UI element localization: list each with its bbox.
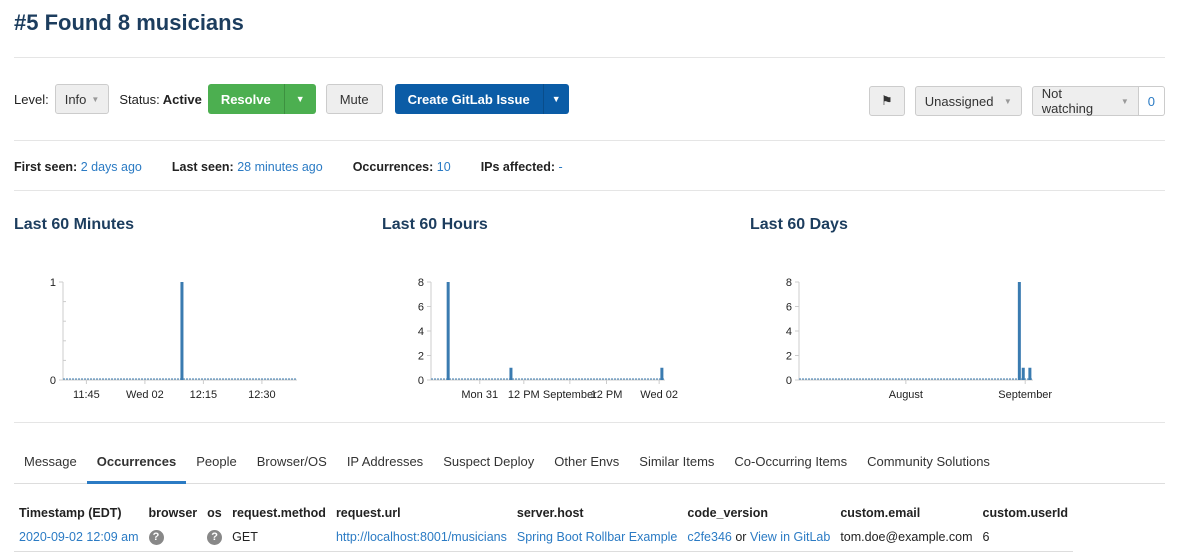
x-tick-label: Wed 02: [640, 389, 678, 401]
y-tick-label: 0: [418, 375, 424, 387]
column-header[interactable]: os: [202, 504, 227, 523]
bar: [509, 367, 513, 380]
x-tick-label: Mon 31: [461, 389, 498, 401]
code-version-cell: c2fe346 or View in GitLab: [682, 523, 836, 552]
x-tick-label: August: [889, 389, 923, 401]
x-tick-label: 12:30: [248, 389, 276, 401]
x-tick-label: 12 PM: [508, 389, 540, 401]
x-tick-label: 12:15: [190, 389, 218, 401]
y-tick-label: 0: [786, 375, 792, 387]
custom-userid: 6: [977, 523, 1073, 552]
column-header[interactable]: server.host: [512, 504, 683, 523]
y-tick-label: 6: [418, 302, 424, 314]
charts: 0111:45 Wed 02 12:15 12:3002468Mon 31 12 PM S…: [50, 277, 1053, 401]
timestamp-link[interactable]: 2020-09-02 12:09 am: [19, 530, 139, 544]
tab-message[interactable]: Message: [14, 448, 87, 483]
y-tick-label: 6: [786, 302, 792, 314]
request-url-link[interactable]: http://localhost:8001/musicians: [336, 530, 507, 544]
y-tick-label: 8: [418, 277, 424, 289]
column-header[interactable]: custom.email: [835, 504, 977, 523]
column-header[interactable]: custom.userId: [978, 504, 1073, 523]
tab-people[interactable]: People: [186, 448, 246, 483]
request-method: GET: [227, 523, 331, 552]
x-tick-label: September: [998, 389, 1052, 401]
y-tick-label: 8: [786, 277, 792, 289]
y-tick-label: 1: [50, 277, 56, 289]
view-in-gitlab-link[interactable]: View in GitLab: [750, 530, 830, 544]
divider: [14, 422, 1165, 423]
bar: [1028, 367, 1032, 380]
column-header[interactable]: request.method: [227, 504, 331, 523]
bar: [660, 367, 664, 380]
tab-co-occurring-items[interactable]: Co-Occurring Items: [724, 448, 857, 483]
bar: [446, 282, 450, 380]
y-tick-label: 2: [786, 351, 792, 363]
unknown-browser-icon: ?: [148, 530, 164, 545]
x-tick-label: 11:45: [73, 389, 100, 401]
y-tick-label: 2: [418, 351, 424, 363]
x-tick-label: 12 PM: [591, 389, 623, 401]
bar: [1021, 367, 1025, 380]
code-version-link[interactable]: c2fe346: [687, 530, 731, 544]
tab-browser-os[interactable]: Browser/OS: [247, 448, 337, 483]
column-header[interactable]: code_version: [682, 504, 835, 523]
tab-occurrences[interactable]: Occurrences: [86, 448, 187, 484]
or-text: or: [735, 530, 747, 544]
bar: [180, 282, 184, 380]
tab-other-envs[interactable]: Other Envs: [544, 448, 629, 483]
custom-email: tom.doe@example.com: [835, 523, 978, 552]
tab-bar: Message Occurrences People Browser/OS IP Add…: [14, 448, 1165, 484]
column-header[interactable]: request.url: [331, 504, 512, 523]
y-tick-label: 4: [786, 326, 792, 338]
bar: [1017, 282, 1021, 380]
column-header[interactable]: Timestamp (EDT): [14, 504, 144, 523]
y-tick-label: 4: [418, 326, 424, 338]
x-tick-label: Wed 02: [126, 389, 164, 401]
y-tick-label: 0: [50, 375, 56, 387]
occurrences-table: Timestamp (EDT) browser os request.method re…: [14, 504, 1073, 552]
server-host-link[interactable]: Spring Boot Rollbar Example: [517, 530, 678, 544]
tab-similar-items[interactable]: Similar Items: [629, 448, 724, 483]
tab-ip-addresses[interactable]: IP Addresses: [337, 448, 433, 483]
unknown-os-icon: ?: [207, 530, 223, 545]
x-tick-label: September: [543, 389, 597, 401]
tab-community-solutions[interactable]: Community Solutions: [857, 448, 1000, 483]
table-row: 2020-09-02 12:09 am ? ? GET http://local…: [14, 523, 1073, 552]
table-header: Timestamp (EDT) browser os request.method re…: [14, 504, 1073, 523]
tab-suspect-deploy[interactable]: Suspect Deploy: [433, 448, 544, 483]
column-header[interactable]: browser: [144, 504, 203, 523]
